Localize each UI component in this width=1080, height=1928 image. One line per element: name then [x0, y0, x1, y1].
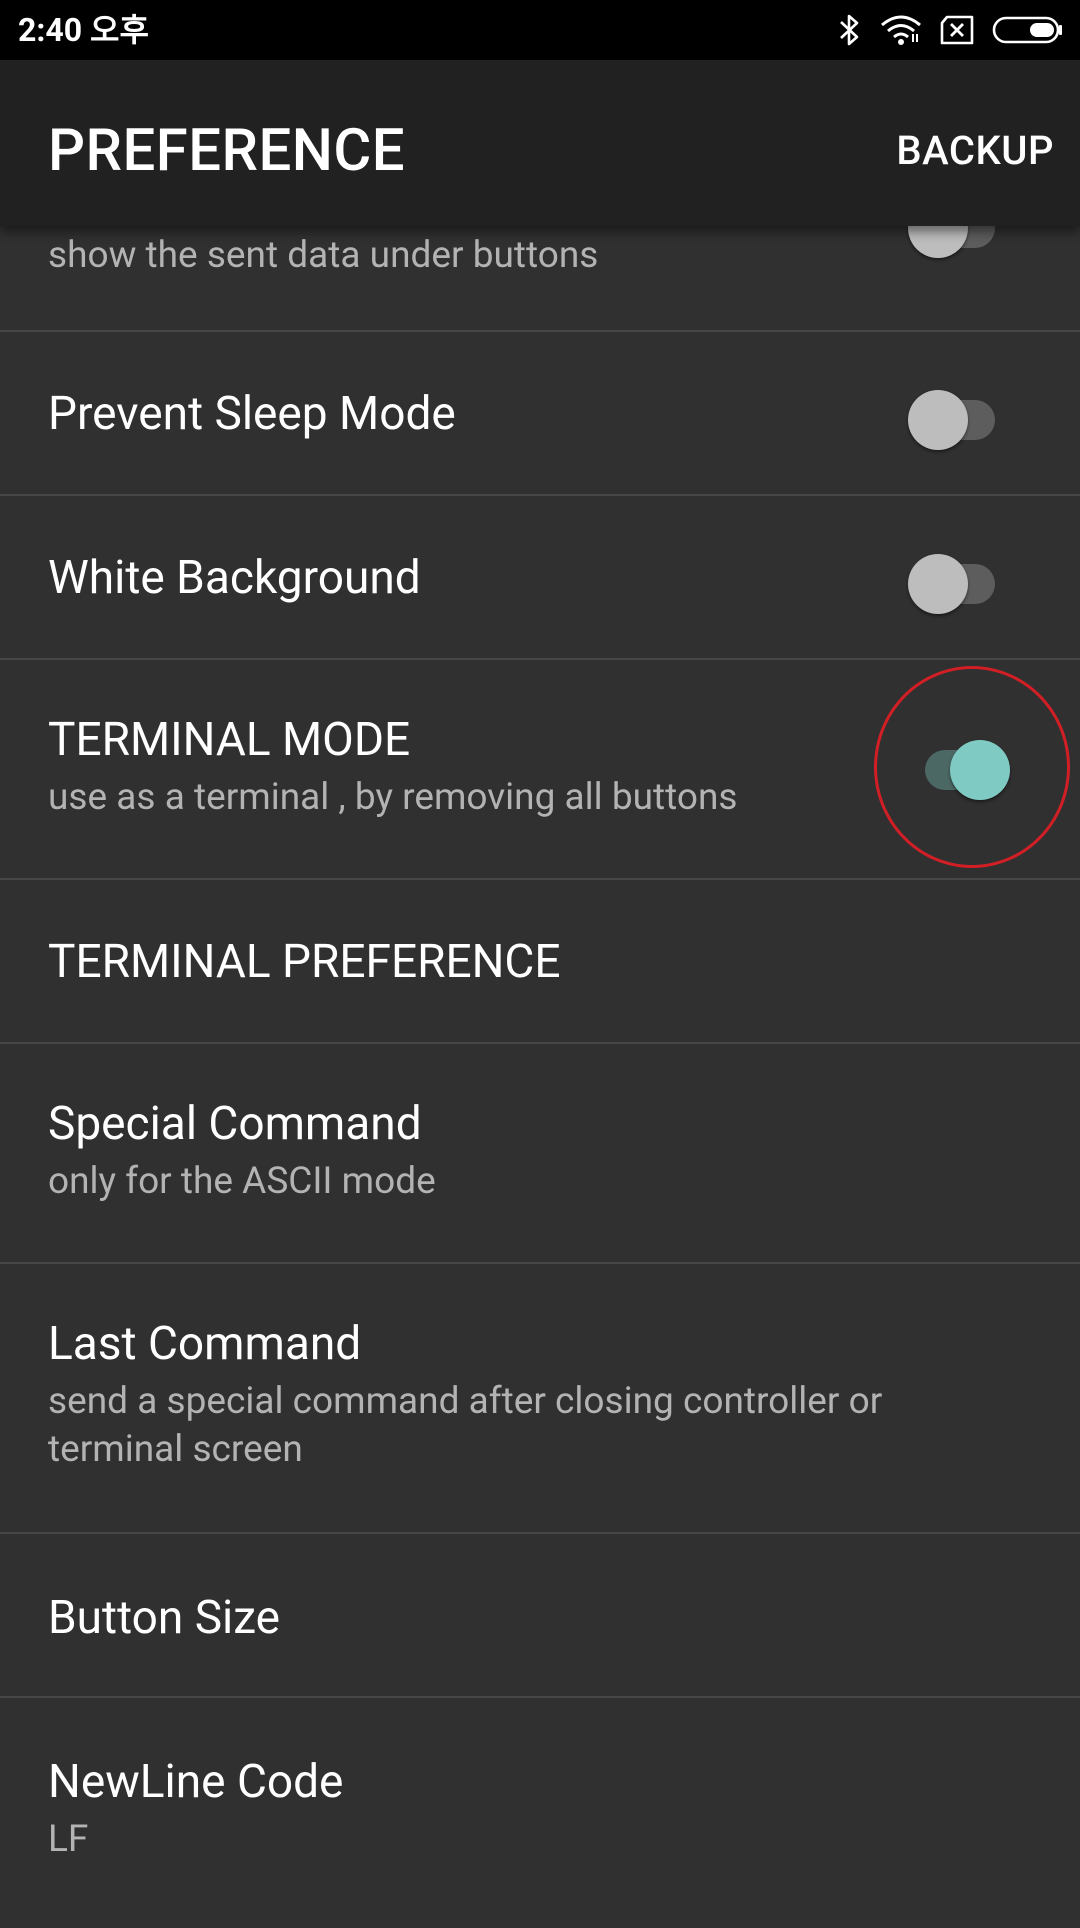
- status-icons: [838, 10, 1064, 50]
- pref-item-special-command[interactable]: Special Command only for the ASCII mode: [0, 1044, 1080, 1264]
- pref-item-white-background[interactable]: White Background: [0, 496, 1080, 660]
- pref-title: Prevent Sleep Mode: [48, 387, 456, 441]
- switch-thumb: [908, 390, 968, 450]
- preference-list: show the sent data under buttons Prevent…: [0, 198, 1080, 1928]
- pref-summary-line1: send a special command after closing con…: [48, 1380, 883, 1423]
- backup-button[interactable]: BACKUP: [896, 116, 1054, 186]
- pref-item-button-size[interactable]: Button Size: [0, 1534, 1080, 1698]
- pref-title: Special Command: [48, 1097, 422, 1151]
- pref-item-terminal-preference[interactable]: TERMINAL PREFERENCE: [0, 880, 1080, 1044]
- status-time: 2:40 오후: [18, 11, 149, 49]
- switch-thumb: [908, 554, 968, 614]
- pref-title: NewLine Code: [48, 1755, 344, 1809]
- sim-blocked-icon: [940, 15, 974, 45]
- pref-summary: use as a terminal , by removing all butt…: [48, 776, 738, 819]
- pref-title: Button Size: [48, 1591, 281, 1645]
- pref-title: TERMINAL PREFERENCE: [48, 935, 561, 989]
- app-bar: PREFERENCE BACKUP: [0, 60, 1080, 226]
- pref-title: Last Command: [48, 1317, 362, 1371]
- pref-title: TERMINAL MODE: [48, 713, 411, 767]
- pref-summary: LF: [48, 1818, 89, 1861]
- pref-summary: only for the ASCII mode: [48, 1160, 436, 1203]
- battery-icon: [992, 16, 1062, 44]
- status-bar: 2:40 오후: [0, 0, 1080, 60]
- pref-item-last-command[interactable]: Last Command send a special command afte…: [0, 1264, 1080, 1534]
- pref-item-show-sent-data[interactable]: show the sent data under buttons: [0, 198, 1080, 332]
- highlight-circle: [874, 666, 1070, 868]
- pref-item-newline-code[interactable]: NewLine Code LF: [0, 1698, 1080, 1928]
- page-title: PREFERENCE: [48, 117, 406, 185]
- bluetooth-icon: [840, 14, 859, 46]
- prevent-sleep-switch[interactable]: [900, 382, 1000, 450]
- pref-summary-line2: terminal screen: [48, 1428, 303, 1471]
- pref-summary: show the sent data under buttons: [48, 234, 599, 277]
- pref-item-prevent-sleep-mode[interactable]: Prevent Sleep Mode: [0, 332, 1080, 496]
- wifi-icon: [881, 15, 921, 45]
- white-background-switch[interactable]: [900, 546, 1000, 614]
- pref-title: White Background: [48, 551, 421, 605]
